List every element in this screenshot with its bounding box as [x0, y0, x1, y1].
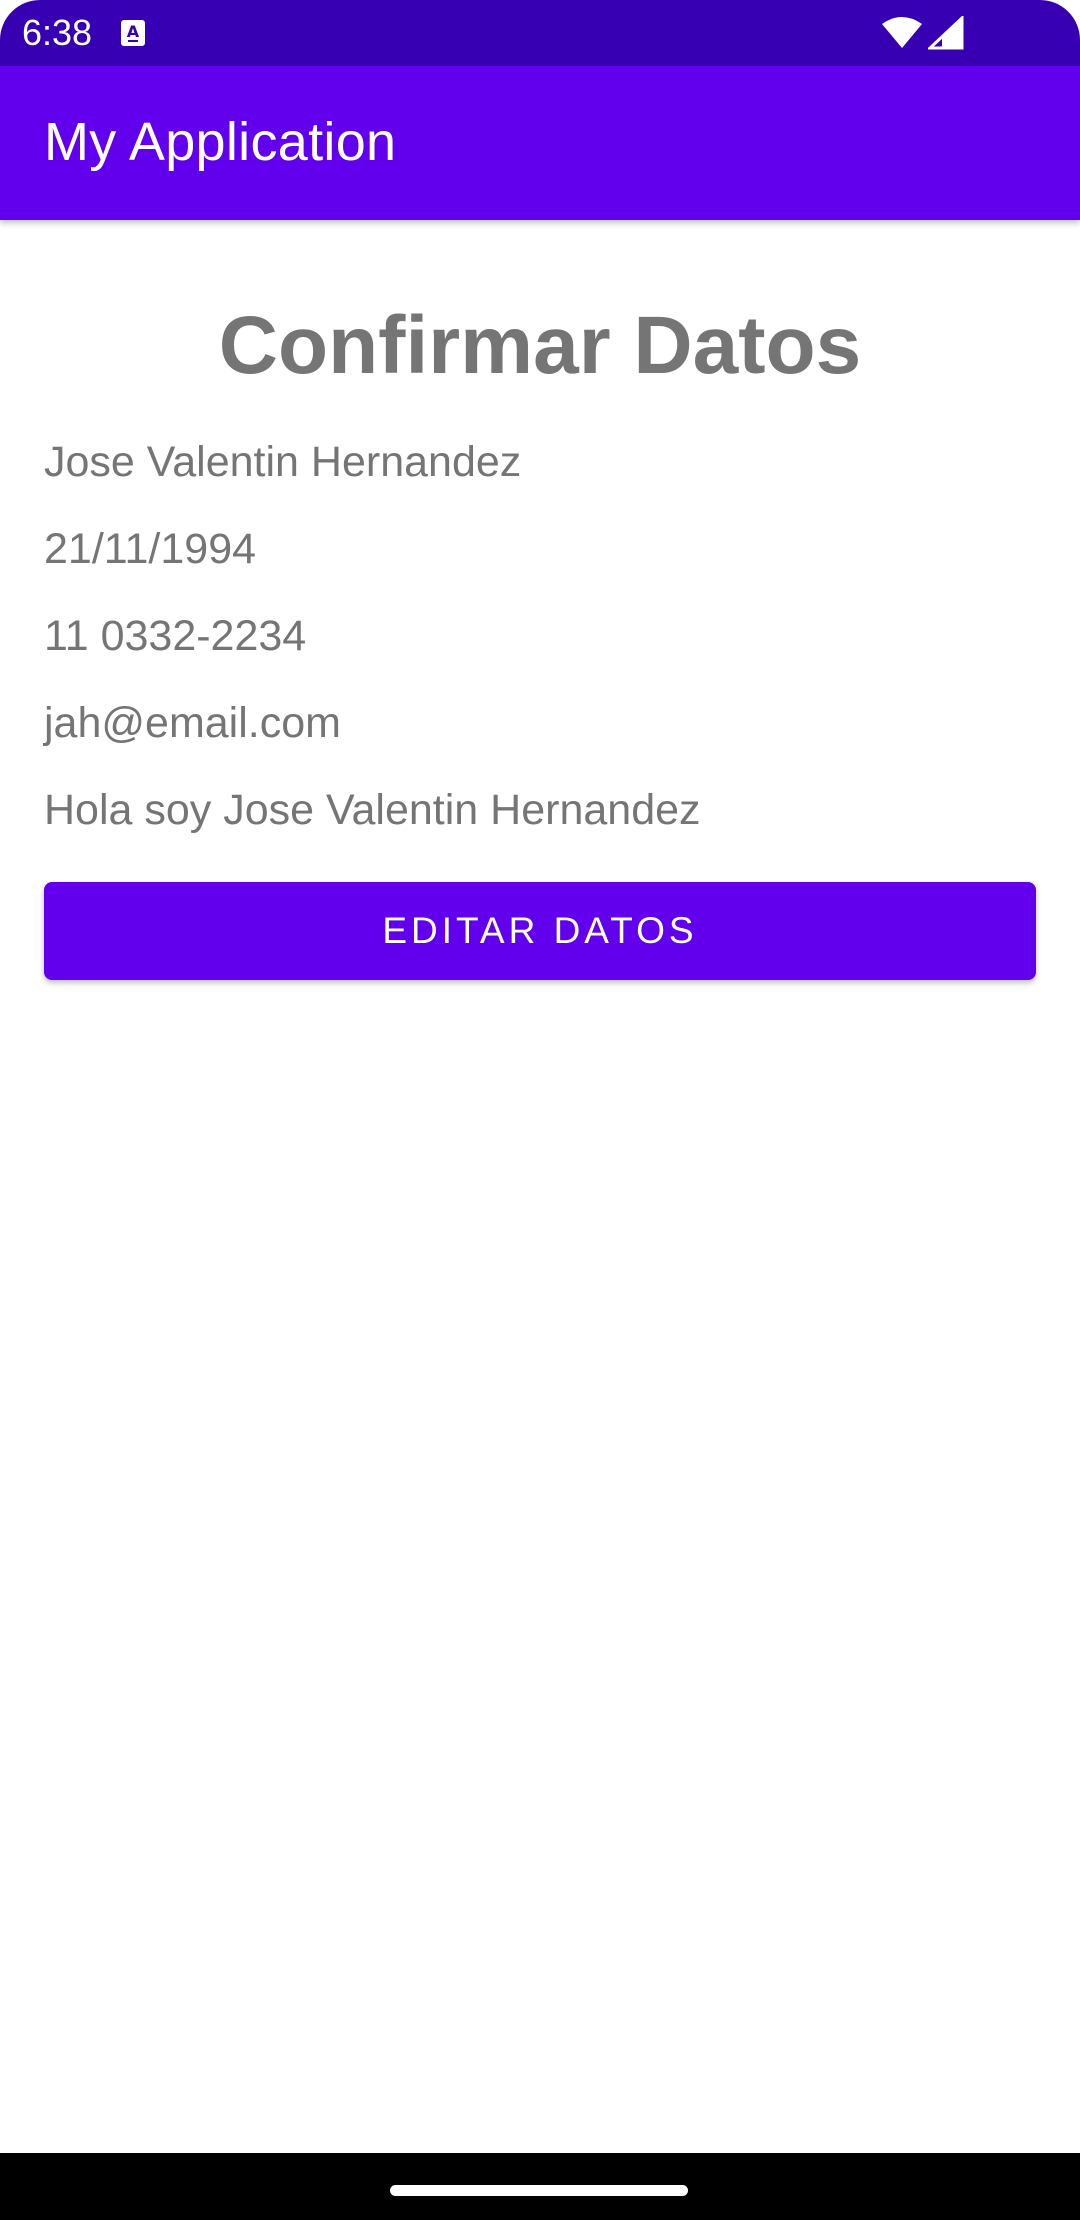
app-title: My Application — [44, 112, 397, 172]
signal-icon — [928, 16, 964, 50]
name-text: Jose Valentin Hernandez — [44, 438, 522, 486]
status-bar: 6:38 A — [0, 0, 1080, 66]
screen: 6:38 A My Application Confirmar Datos Jo… — [0, 0, 1080, 2220]
app-bar: My Application — [0, 66, 1080, 220]
wifi-icon — [882, 17, 922, 48]
svg-text:A: A — [127, 22, 140, 41]
edit-data-button[interactable]: EDITAR DATOS — [44, 882, 1036, 980]
birth-date-text: 21/11/1994 — [44, 525, 257, 573]
a-box-icon: A — [121, 20, 145, 46]
email-text: jah@email.com — [44, 699, 341, 747]
description-text: Hola soy Jose Valentin Hernandez — [44, 786, 701, 834]
home-handle[interactable] — [390, 2185, 688, 2196]
status-time: 6:38 — [22, 12, 93, 53]
navigation-bar — [0, 2153, 1080, 2220]
page-title: Confirmar Datos — [218, 300, 862, 391]
phone-text: 11 0332-2234 — [44, 612, 307, 660]
